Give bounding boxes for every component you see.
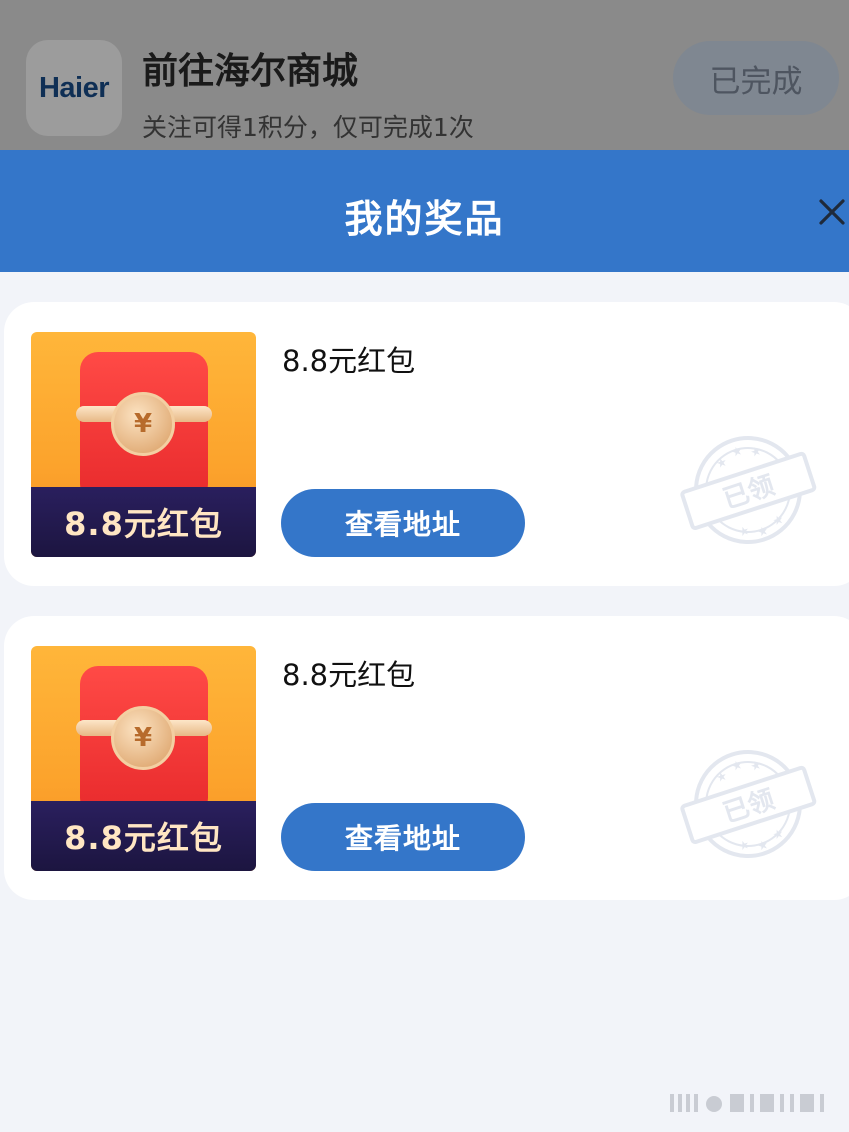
task-subtitle: 关注可得1积分，仅可完成1次 — [142, 113, 474, 142]
prize-card: ¥ 8.8元红包 8.8元红包 查看地址 已领 ★ ★ ★ ★ ★ ★ — [4, 302, 849, 586]
modal-title: 我的奖品 — [344, 197, 505, 241]
svg-text:★: ★ — [730, 443, 745, 460]
red-envelope-image: ¥ 8.8元红包 — [31, 646, 256, 871]
haier-logo-text: Haier — [38, 71, 110, 104]
svg-text:★: ★ — [730, 757, 745, 774]
claimed-stamp-icon: 已领 ★ ★ ★ ★ ★ ★ — [680, 436, 817, 544]
task-title: 前往海尔商城 — [142, 51, 359, 92]
svg-text:★: ★ — [737, 523, 752, 540]
red-envelope-image: ¥ 8.8元红包 — [31, 332, 256, 557]
prize-name: 8.8元红包 — [282, 658, 416, 692]
image-caption: 8.8元红包 — [31, 801, 256, 871]
svg-text:★: ★ — [749, 443, 764, 460]
haier-logo: Haier — [26, 40, 122, 136]
prize-name: 8.8元红包 — [282, 344, 416, 378]
close-icon[interactable] — [814, 194, 849, 230]
background-task-row: Haier 前往海尔商城 关注可得1积分，仅可完成1次 已完成 — [0, 0, 849, 150]
task-completed-button: 已完成 — [673, 41, 839, 115]
claimed-stamp-icon: 已领 ★ ★ ★ ★ ★ ★ — [680, 750, 817, 858]
coin-icon: ¥ — [111, 706, 175, 770]
svg-text:★: ★ — [737, 837, 752, 854]
watermark-icon — [670, 1094, 824, 1112]
prize-card: ¥ 8.8元红包 8.8元红包 查看地址 已领 ★ ★ ★ ★ ★ ★ — [4, 616, 849, 900]
coin-icon: ¥ — [111, 392, 175, 456]
prize-modal-header: 我的奖品 — [0, 150, 849, 272]
svg-text:★: ★ — [714, 454, 729, 471]
svg-text:★: ★ — [749, 757, 764, 774]
view-address-button[interactable]: 查看地址 — [281, 803, 525, 871]
svg-text:★: ★ — [714, 768, 729, 785]
image-caption: 8.8元红包 — [31, 487, 256, 557]
view-address-button[interactable]: 查看地址 — [281, 489, 525, 557]
